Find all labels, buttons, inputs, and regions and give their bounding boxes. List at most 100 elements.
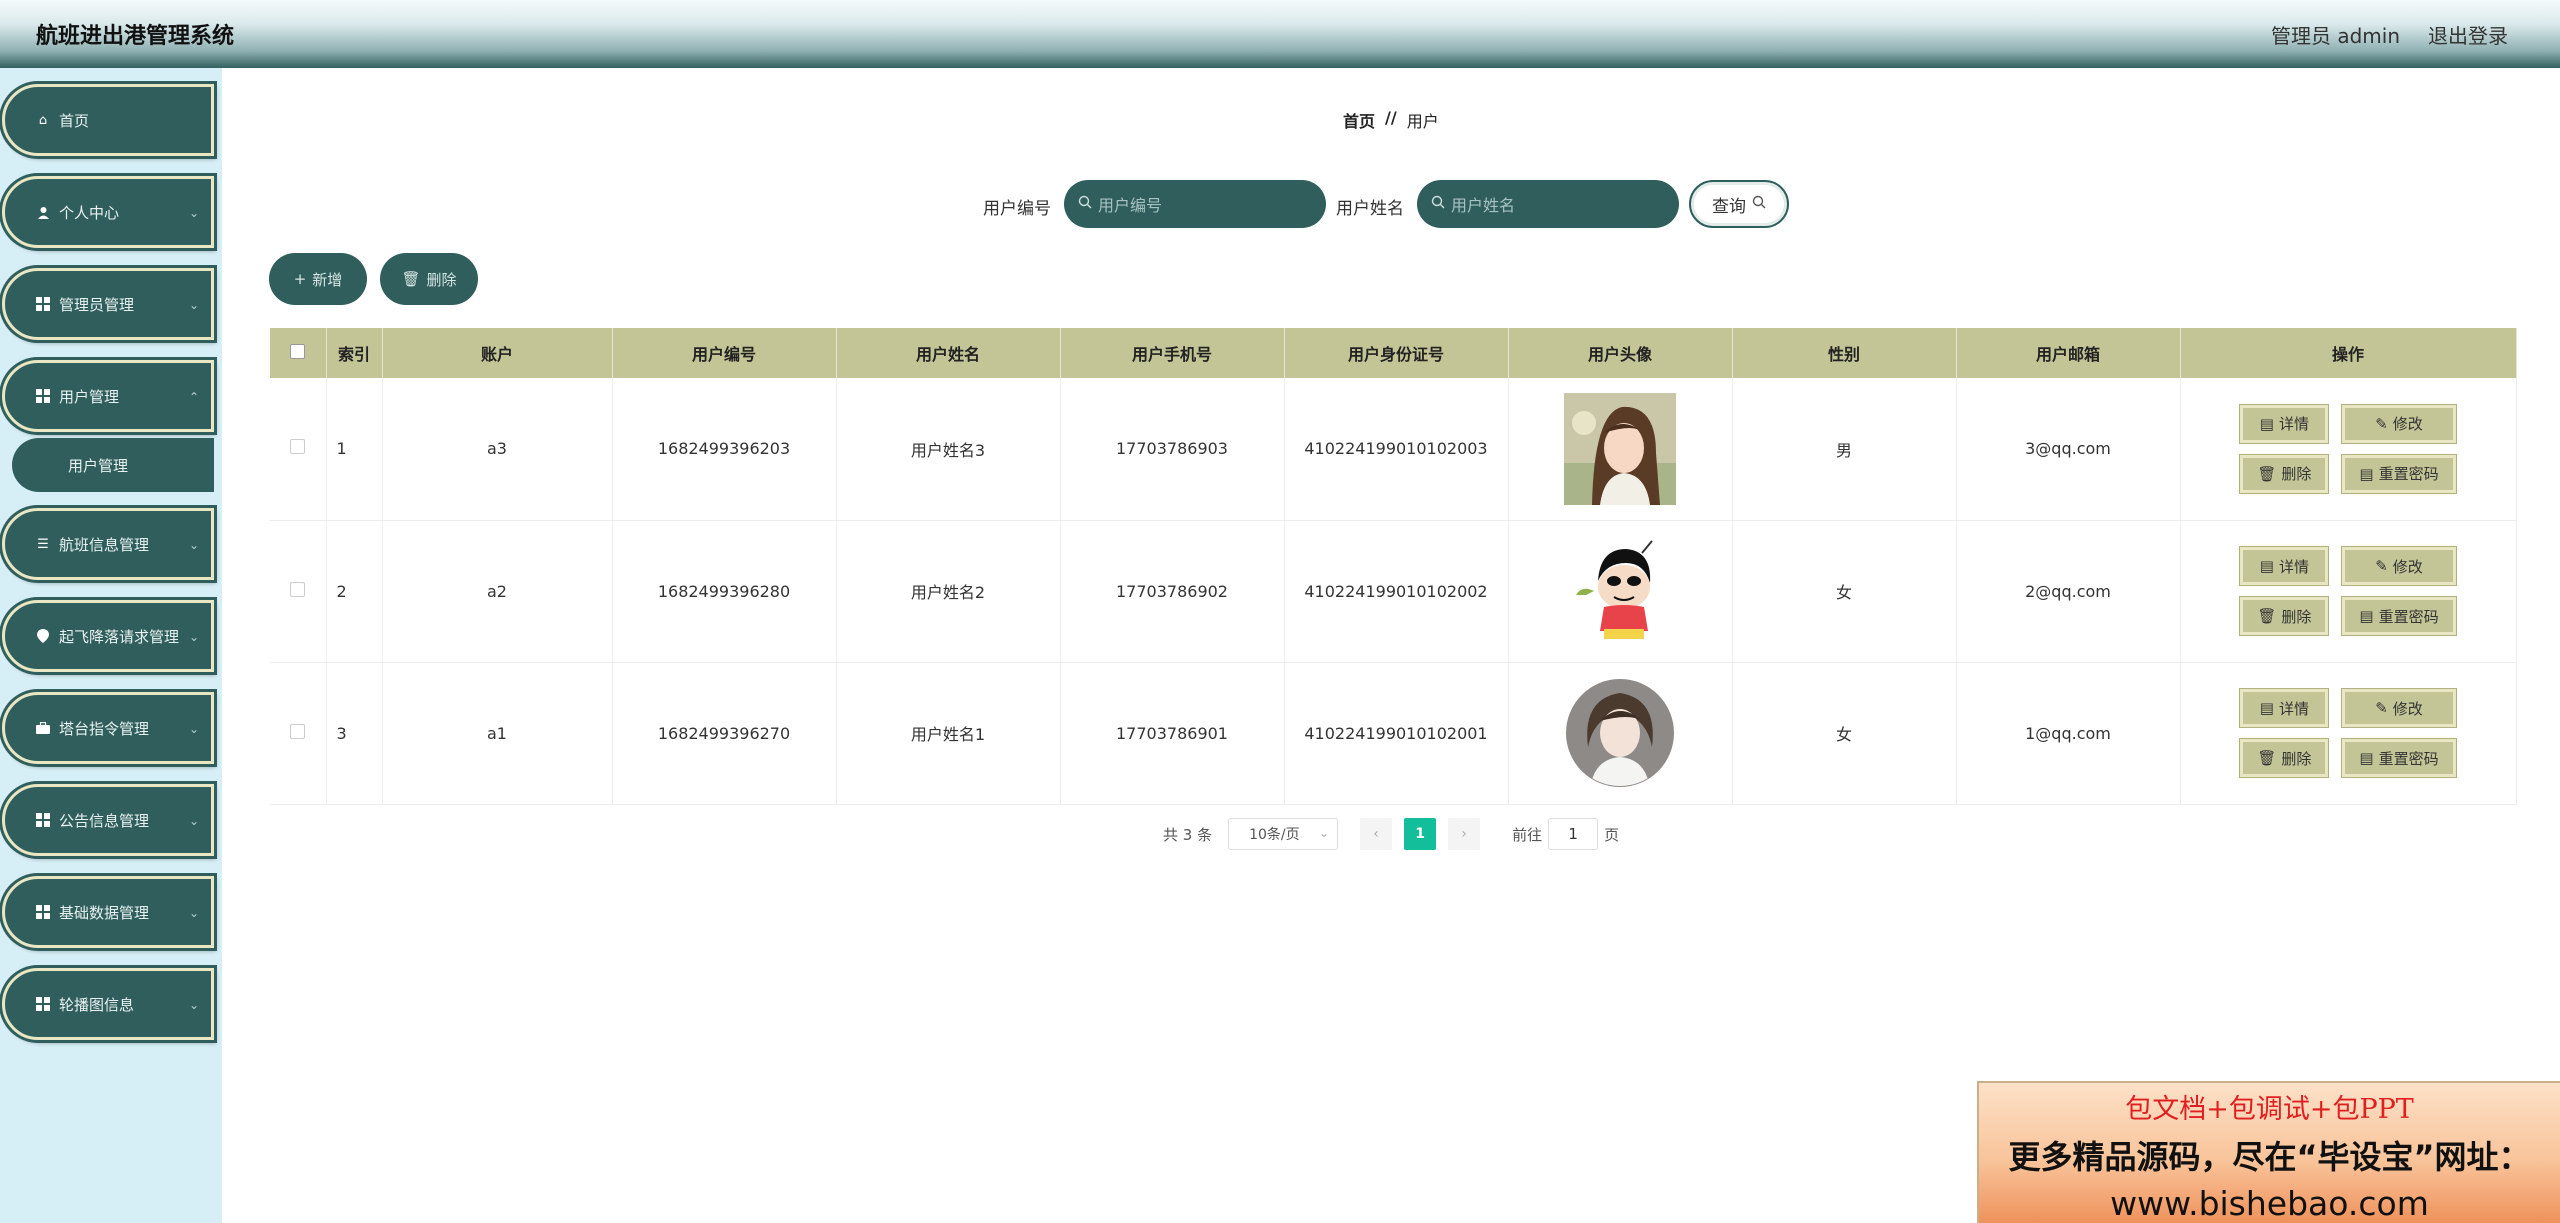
chevron-down-icon: ⌄ [1319, 826, 1330, 840]
reset-password-button[interactable]: ▤ 重置密码 [2342, 597, 2456, 635]
breadcrumb: 首页 // 用户 [1343, 108, 1439, 132]
delete-label: 删除 [2281, 465, 2312, 484]
search-icon [1431, 195, 1445, 213]
edit-button[interactable]: ✎ 修改 [2342, 547, 2456, 585]
column-header: 索引 [326, 328, 383, 378]
query-button[interactable]: 查询 [1689, 180, 1789, 228]
sidebar-item-flight-info[interactable]: ☰ 航班信息管理 ⌄ [2, 508, 214, 580]
sidebar-item-home[interactable]: ⌂ 首页 [2, 84, 214, 156]
sidebar-item-notice[interactable]: 公告信息管理 ⌄ [2, 784, 214, 856]
sidebar-item-carousel[interactable]: 轮播图信息 ⌄ [2, 968, 214, 1040]
column-header: 用户邮箱 [1956, 328, 2181, 378]
edit-button[interactable]: ✎ 修改 [2342, 404, 2456, 443]
sidebar-item-admin-manage[interactable]: 管理员管理 ⌄ [2, 268, 214, 340]
detail-button[interactable]: ▤ 详情 [2240, 404, 2329, 443]
sidebar-item-basic-data[interactable]: 基础数据管理 ⌄ [2, 876, 214, 948]
edit-icon: ✎ [2375, 699, 2388, 717]
column-header: 操作 [2180, 328, 2517, 378]
reset-password-button[interactable]: ▤ 重置密码 [2342, 454, 2456, 493]
chevron-down-icon: ⌄ [188, 906, 199, 920]
breadcrumb-home[interactable]: 首页 [1343, 108, 1375, 132]
batch-delete-button[interactable]: 🗑 删除 [380, 253, 478, 305]
user-name-cell: 用户姓名2 [836, 520, 1061, 663]
column-header: 用户身份证号 [1284, 328, 1509, 378]
sidebar-item-label: 公告信息管理 [59, 811, 150, 830]
edit-icon: ✎ [2375, 414, 2388, 433]
sidebar-item-user-manage[interactable]: 用户管理 ⌃ [2, 360, 214, 432]
reset-password-button[interactable]: ▤ 重置密码 [2342, 739, 2456, 777]
table-header-row: 索引 账户 用户编号 用户姓名 用户手机号 用户身份证号 用户头像 性别 用户邮… [270, 328, 2517, 378]
user-code-cell: 1682499396280 [612, 520, 837, 663]
account-cell: a2 [382, 520, 613, 663]
column-header: 用户编号 [612, 328, 837, 378]
page-number-current[interactable]: 1 [1404, 818, 1437, 850]
delete-label: 删除 [2281, 607, 2312, 626]
page-size-value: 10条/页 [1249, 827, 1300, 843]
plus-icon: + [293, 270, 307, 288]
location-icon [35, 628, 51, 644]
detail-button[interactable]: ▤ 详情 [2240, 689, 2329, 727]
account-cell: a1 [382, 662, 613, 805]
column-header: 性别 [1732, 328, 1957, 378]
delete-button[interactable]: 🗑 删除 [2240, 454, 2329, 493]
chevron-down-icon: ⌄ [188, 538, 199, 552]
sidebar-item-profile[interactable]: 个人中心 ⌄ [2, 176, 214, 248]
user-code-cell: 1682499396270 [612, 662, 837, 805]
avatar-cell [1508, 520, 1733, 663]
avatar [1564, 535, 1676, 647]
user-code-placeholder: 用户编号 [1098, 196, 1163, 215]
user-name-input[interactable]: 用户姓名 [1417, 180, 1679, 228]
account-cell: a3 [382, 378, 613, 521]
pagination: 共 3 条 10条/页 ⌄ ‹ 1 › 前往 1 页 [1163, 818, 1619, 850]
sidebar-item-tower-command[interactable]: 塔台指令管理 ⌄ [2, 692, 214, 764]
breadcrumb-separator: // [1385, 108, 1397, 127]
user-code-label: 用户编号 [983, 199, 1051, 219]
chevron-down-icon: ⌄ [188, 206, 199, 220]
admin-user-label[interactable]: 管理员 admin [2271, 20, 2400, 49]
detail-button[interactable]: ▤ 详情 [2240, 547, 2329, 585]
edit-icon: ✎ [2375, 557, 2388, 575]
logout-link[interactable]: 退出登录 [2428, 20, 2508, 49]
sidebar-item-takeoff-landing[interactable]: 起飞降落请求管理 ⌄ [2, 600, 214, 672]
page-size-select[interactable]: 10条/页 ⌄ [1228, 818, 1339, 850]
sidebar-item-label: 首页 [59, 111, 90, 130]
reset-password-label: 重置密码 [2378, 607, 2439, 626]
document-icon: ▤ [2359, 607, 2374, 625]
gender-cell: 女 [1732, 662, 1957, 805]
idcard-cell: 410224199010102003 [1284, 378, 1509, 521]
select-all-checkbox[interactable] [290, 343, 306, 359]
delete-button[interactable]: 🗑 删除 [2240, 597, 2329, 635]
sidebar-item-label: 航班信息管理 [59, 535, 150, 554]
user-code-input[interactable]: 用户编号 [1064, 180, 1326, 228]
gender-cell: 男 [1732, 378, 1957, 521]
briefcase-icon [35, 720, 51, 736]
sidebar-item-label: 基础数据管理 [59, 903, 150, 922]
sidebar-item-label: 管理员管理 [59, 295, 135, 314]
prev-page-button[interactable]: ‹ [1360, 818, 1393, 850]
row-checkbox[interactable] [290, 723, 306, 739]
grid-icon [35, 296, 51, 312]
promo-banner[interactable]: 包文档+包调试+包PPT 更多精品源码，尽在“毕设宝”网址： www.bishe… [1977, 1081, 2560, 1223]
document-icon: ▤ [2359, 464, 2374, 483]
next-page-button[interactable]: › [1448, 818, 1481, 850]
user-name-placeholder: 用户姓名 [1451, 196, 1516, 215]
sidebar-subitem-user-manage[interactable]: 用户管理 [12, 438, 214, 492]
goto-page-input[interactable]: 1 [1548, 818, 1599, 850]
edit-button[interactable]: ✎ 修改 [2342, 689, 2456, 727]
phone-cell: 17703786901 [1060, 662, 1285, 805]
add-button[interactable]: + 新增 [269, 253, 367, 305]
app-title: 航班进出港管理系统 [36, 24, 235, 49]
home-icon: ⌂ [38, 112, 48, 128]
total-count: 共 3 条 [1163, 825, 1213, 844]
chevron-down-icon: ⌄ [188, 630, 199, 644]
table-row: 3 a1 1682499396270 用户姓名1 17703786901 410… [270, 662, 2517, 805]
grid-icon [35, 996, 51, 1012]
sidebar-item-label: 塔台指令管理 [59, 719, 150, 738]
delete-button[interactable]: 🗑 删除 [2240, 739, 2329, 777]
row-checkbox[interactable] [290, 581, 306, 597]
document-icon: ▤ [2259, 557, 2274, 575]
add-button-label: 新增 [312, 270, 343, 289]
phone-cell: 17703786903 [1060, 378, 1285, 521]
sidebar-item-label: 起飞降落请求管理 [59, 627, 180, 646]
row-checkbox[interactable] [290, 439, 306, 455]
